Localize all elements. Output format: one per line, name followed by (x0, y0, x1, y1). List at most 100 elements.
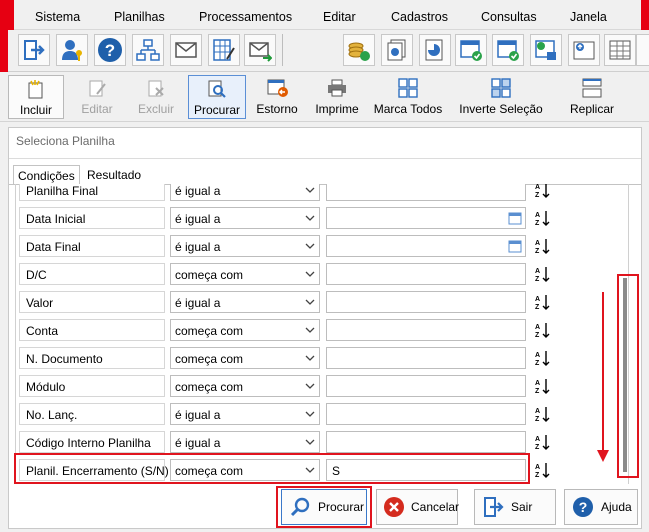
sort-az-icon[interactable]: AZ (533, 320, 553, 340)
estorno-button[interactable]: Estorno (252, 75, 302, 119)
highlight-last-row (14, 453, 530, 484)
chevron-down-icon (305, 352, 315, 366)
menu-processamentos[interactable]: Processamentos (199, 10, 292, 24)
operator-select[interactable]: é igual a (170, 207, 320, 229)
sort-az-icon[interactable]: AZ (533, 236, 553, 256)
help-icon[interactable]: ? (94, 34, 126, 66)
sort-az-icon[interactable]: AZ (533, 460, 553, 480)
operator-select[interactable]: é igual a (170, 291, 320, 313)
value-input[interactable] (326, 347, 526, 369)
field-label: Conta (19, 319, 165, 341)
incluir-button[interactable]: Incluir (8, 75, 64, 119)
marca-todos-label: Marca Todos (373, 102, 443, 116)
operator-select[interactable]: começa com (170, 263, 320, 285)
replicate-icon (581, 77, 603, 99)
operator-select[interactable]: é igual a (170, 431, 320, 453)
svg-text:Z: Z (535, 304, 540, 311)
select-all-icon (397, 77, 419, 99)
replicar-button[interactable]: Replicar (566, 75, 618, 119)
marca-todos-button[interactable]: Marca Todos (372, 75, 444, 119)
procurar-toolbar-button[interactable]: Procurar (188, 75, 246, 119)
menu-editar[interactable]: Editar (323, 10, 356, 24)
toolbar-separator (282, 34, 283, 66)
sort-az-icon[interactable]: AZ (533, 184, 553, 200)
sort-az-icon[interactable]: AZ (533, 432, 553, 452)
operator-value: é igual a (175, 184, 221, 198)
calendar-icon[interactable] (508, 211, 522, 228)
sort-az-icon[interactable]: AZ (533, 348, 553, 368)
svg-text:A: A (535, 268, 540, 275)
excluir-button[interactable]: Excluir (128, 75, 184, 119)
delete-document-icon (145, 77, 167, 99)
inverte-selecao-button[interactable]: Inverte Seleção (458, 75, 544, 119)
sair-button[interactable]: Sair (474, 489, 556, 525)
money-calendar-icon[interactable] (530, 34, 562, 66)
operator-select[interactable]: é igual a (170, 184, 320, 201)
menu-planilhas[interactable]: Planilhas (114, 10, 165, 24)
operator-select[interactable]: começa com (170, 347, 320, 369)
exit-icon[interactable] (18, 34, 50, 66)
procurar-label: Procurar (193, 103, 240, 117)
operator-select[interactable]: é igual a (170, 235, 320, 257)
value-input[interactable] (326, 319, 526, 341)
org-chart-icon[interactable] (132, 34, 164, 66)
operator-select[interactable]: começa com (170, 375, 320, 397)
menu-sistema[interactable]: Sistema (35, 10, 80, 24)
field-label: Valor (19, 291, 165, 313)
menu-cadastros[interactable]: Cadastros (391, 10, 448, 24)
value-input[interactable] (326, 263, 526, 285)
edit-document-icon (86, 77, 108, 99)
pie-report-icon[interactable] (419, 34, 451, 66)
value-input[interactable] (326, 235, 526, 257)
value-input[interactable] (326, 207, 526, 229)
documents-icon[interactable] (381, 34, 413, 66)
search-icon (288, 495, 312, 519)
operator-value: é igual a (175, 408, 221, 422)
user-key-icon[interactable] (56, 34, 88, 66)
field-label: Código Interno Planilha (19, 431, 165, 453)
ajuda-button[interactable]: ? Ajuda (564, 489, 638, 525)
table-icon[interactable] (604, 34, 636, 66)
sort-az-icon[interactable]: AZ (533, 292, 553, 312)
operator-select[interactable]: começa com (170, 319, 320, 341)
coins-refresh-icon[interactable] (343, 34, 375, 66)
calendar-list-icon[interactable] (492, 34, 524, 66)
menu-consultas[interactable]: Consultas (481, 10, 537, 24)
chevron-down-icon (305, 296, 315, 310)
upload-table-icon[interactable] (568, 34, 600, 66)
value-input[interactable] (326, 184, 526, 201)
svg-text:A: A (535, 352, 540, 359)
ajuda-button-label: Ajuda (601, 500, 632, 514)
sort-az-icon[interactable]: AZ (533, 208, 553, 228)
imprime-button[interactable]: Imprime (312, 75, 362, 119)
sort-az-icon[interactable]: AZ (533, 404, 553, 424)
imprime-label: Imprime (315, 102, 359, 116)
sair-button-label: Sair (511, 500, 533, 514)
tab-condicoes[interactable]: Condições (13, 165, 80, 185)
sort-az-icon[interactable]: AZ (533, 376, 553, 396)
window-table-icon[interactable] (636, 34, 649, 66)
field-label: N. Documento (19, 347, 165, 369)
operator-select[interactable]: é igual a (170, 403, 320, 425)
estorno-label: Estorno (256, 102, 298, 116)
tab-resultado[interactable]: Resultado (83, 165, 145, 185)
value-input[interactable] (326, 375, 526, 397)
mail-send-icon[interactable] (244, 34, 276, 66)
cancelar-button[interactable]: Cancelar (376, 489, 459, 525)
value-input[interactable] (326, 291, 526, 313)
value-input[interactable] (326, 403, 526, 425)
svg-text:Z: Z (535, 276, 540, 283)
operator-value: começa com (175, 352, 244, 366)
cancel-icon (383, 495, 405, 519)
editar-label: Editar (81, 102, 113, 116)
svg-text:A: A (535, 184, 540, 191)
calendar-check-icon[interactable] (455, 34, 487, 66)
mail-icon[interactable] (170, 34, 202, 66)
sort-az-icon[interactable]: AZ (533, 264, 553, 284)
editar-button[interactable]: Editar (72, 75, 122, 119)
calendar-icon[interactable] (508, 239, 522, 256)
procurar-button[interactable]: Procurar (281, 489, 367, 525)
menu-janela[interactable]: Janela (570, 10, 607, 24)
value-input[interactable] (326, 431, 526, 453)
spreadsheet-pen-icon[interactable] (208, 34, 240, 66)
